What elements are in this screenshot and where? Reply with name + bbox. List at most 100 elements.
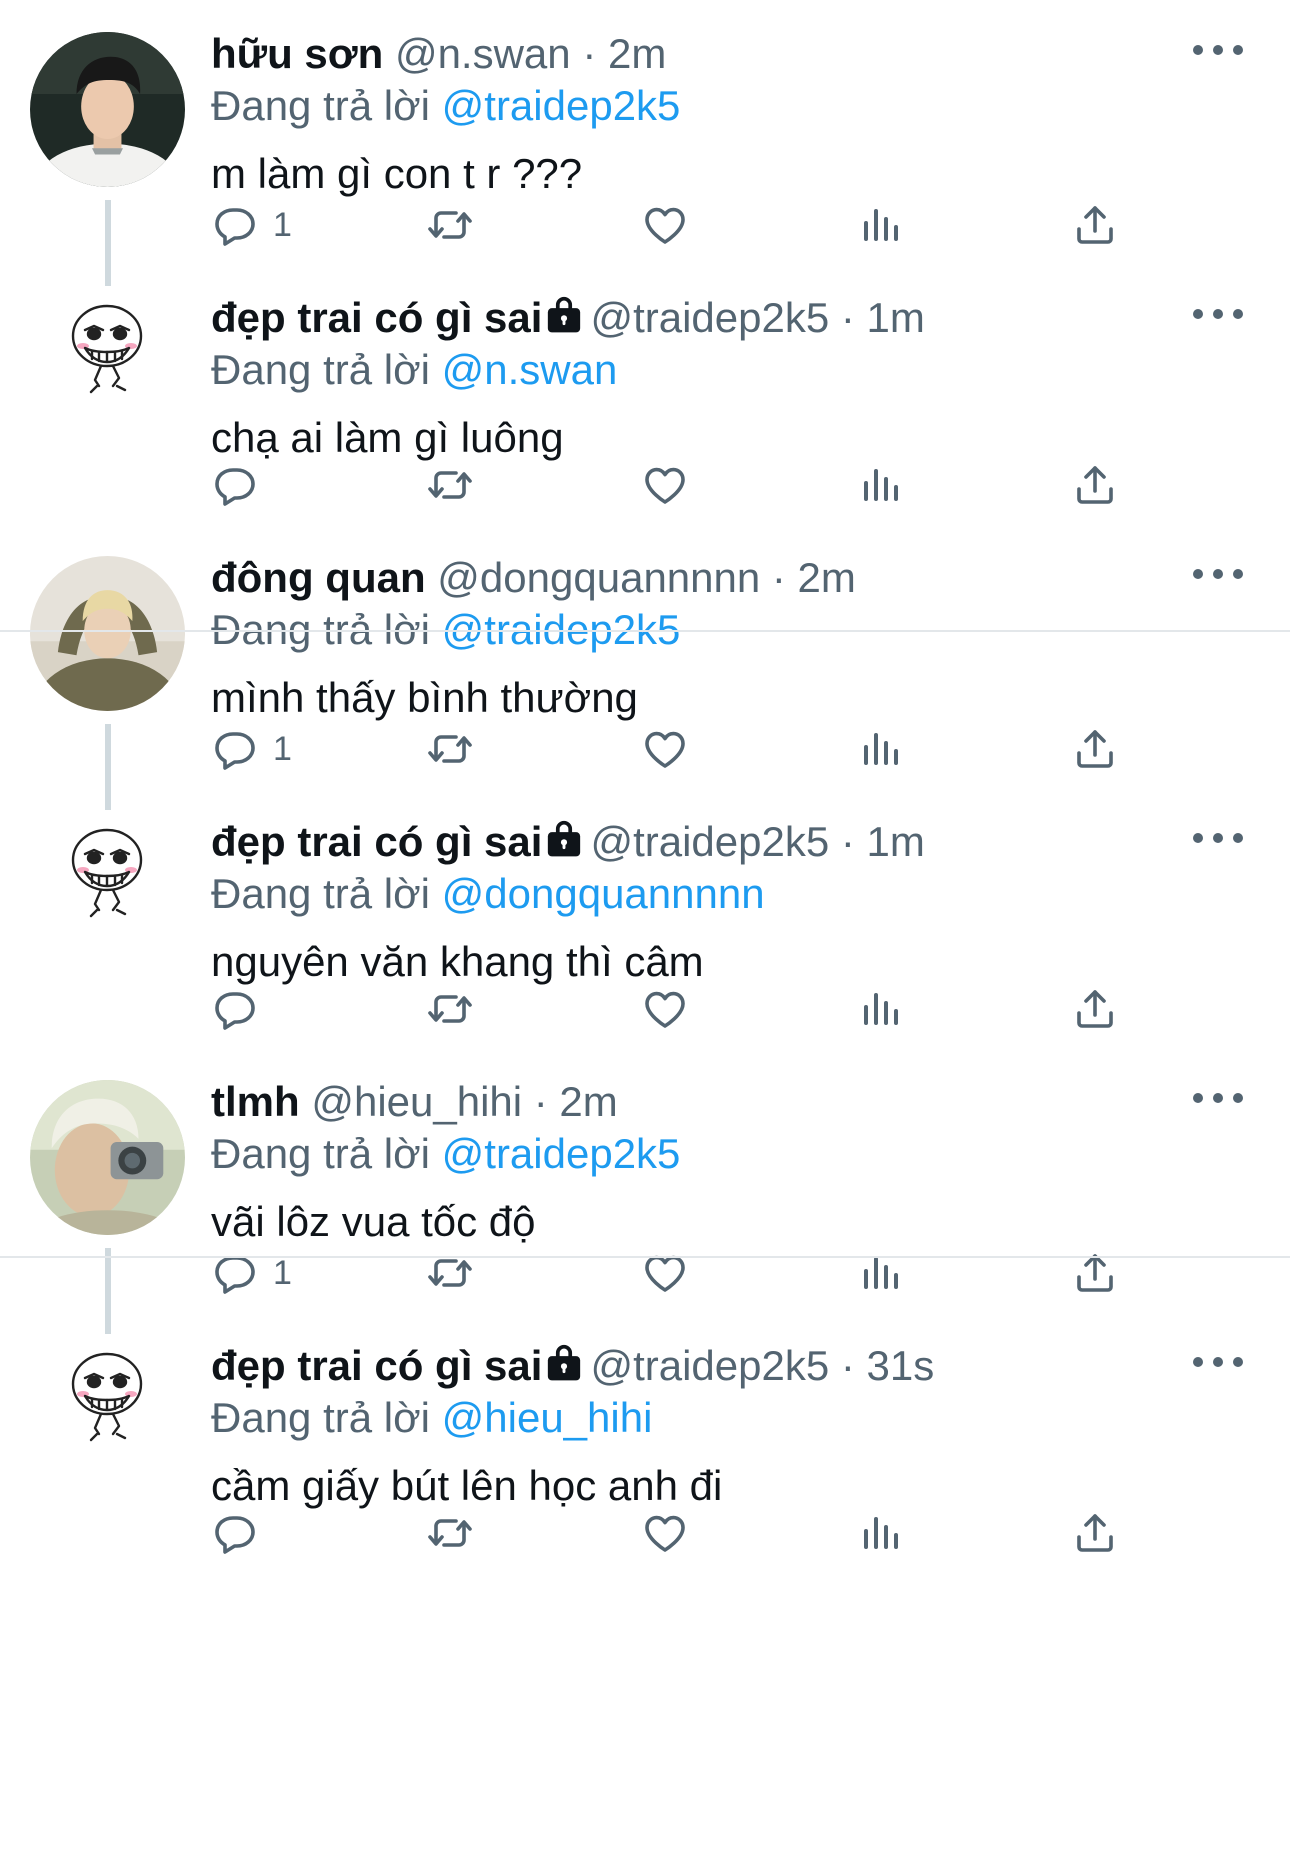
views-icon <box>856 461 904 509</box>
timestamp[interactable]: · 2m <box>582 30 666 77</box>
timestamp[interactable]: · 31s <box>841 1342 934 1389</box>
mention-link[interactable]: @hieu_hihi <box>442 1394 653 1441</box>
display-name[interactable]: tlmh <box>211 1078 300 1125</box>
timestamp[interactable]: · 2m <box>772 554 856 601</box>
retweet-icon <box>426 461 474 509</box>
share-button[interactable] <box>1071 719 1119 779</box>
views-button[interactable] <box>856 455 904 515</box>
retweet-button[interactable] <box>426 1503 474 1563</box>
retweet-button[interactable] <box>426 979 474 1039</box>
tweet-header: đẹp trai có gì sai @traidep2k5 · 1m <box>211 292 1290 344</box>
mention-link[interactable]: @dongquannnnn <box>442 870 765 917</box>
more-icon[interactable] <box>1190 1088 1246 1108</box>
avatar[interactable] <box>30 1080 185 1235</box>
like-button[interactable] <box>641 719 689 779</box>
retweet-button[interactable] <box>426 195 474 255</box>
reply-button[interactable] <box>211 455 259 515</box>
share-button[interactable] <box>1071 979 1119 1039</box>
display-name[interactable]: đẹp trai có gì sai <box>211 1342 542 1389</box>
tweet-content: đẹp trai có gì sai @traidep2k5 · 31s Đang … <box>211 1340 1290 1512</box>
timestamp[interactable]: · 1m <box>841 818 925 865</box>
mention-link[interactable]: @traidep2k5 <box>442 82 681 129</box>
tweet-content: tlmh @hieu_hihi · 2m Đang trả lời @traide… <box>211 1076 1290 1248</box>
avatar[interactable] <box>52 818 162 928</box>
heart-icon <box>641 1509 689 1557</box>
tweet-actions: 1 <box>211 1243 1131 1303</box>
conversation-divider <box>0 1256 1290 1258</box>
lock-icon <box>544 1340 584 1382</box>
display-name[interactable]: đẹp trai có gì sai <box>211 294 542 341</box>
like-button[interactable] <box>641 195 689 255</box>
avatar[interactable] <box>52 294 162 404</box>
user-handle[interactable]: @n.swan <box>395 30 571 77</box>
share-icon <box>1071 201 1119 249</box>
like-button[interactable] <box>641 979 689 1039</box>
replying-to: Đang trả lời @traidep2k5 <box>211 1128 1290 1180</box>
more-icon[interactable] <box>1190 1352 1246 1372</box>
timestamp[interactable]: · 2m <box>534 1078 618 1125</box>
user-handle[interactable]: @traidep2k5 <box>590 818 829 865</box>
tweet[interactable]: đẹp trai có gì sai @traidep2k5 · 1m Đang t… <box>0 262 1290 524</box>
reply-button[interactable]: 1 <box>211 719 292 779</box>
retweet-button[interactable] <box>426 1243 474 1303</box>
display-name[interactable]: đẹp trai có gì sai <box>211 818 542 865</box>
replying-to: Đang trả lời @traidep2k5 <box>211 80 1290 132</box>
display-name[interactable]: hữu sơn <box>211 30 383 77</box>
reply-button[interactable]: 1 <box>211 195 292 255</box>
display-name[interactable]: đông quan <box>211 554 426 601</box>
tweet[interactable]: đẹp trai có gì sai @traidep2k5 · 1m Đang t… <box>0 786 1290 1048</box>
reply-button[interactable] <box>211 1503 259 1563</box>
share-button[interactable] <box>1071 195 1119 255</box>
views-icon <box>856 201 904 249</box>
retweet-icon <box>426 985 474 1033</box>
more-icon[interactable] <box>1190 828 1246 848</box>
retweet-button[interactable] <box>426 455 474 515</box>
tweet[interactable]: hữu sơn @n.swan · 2m Đang trả lời @traide… <box>0 0 1290 286</box>
user-handle[interactable]: @dongquannnnn <box>437 554 760 601</box>
tweet[interactable]: tlmh @hieu_hihi · 2m Đang trả lời @traide… <box>0 1048 1290 1334</box>
reply-feed: hữu sơn @n.swan · 2m Đang trả lời @traide… <box>0 0 1290 1871</box>
like-button[interactable] <box>641 455 689 515</box>
share-button[interactable] <box>1071 1243 1119 1303</box>
like-button[interactable] <box>641 1503 689 1563</box>
reply-button[interactable] <box>211 979 259 1039</box>
tweet[interactable]: đẹp trai có gì sai @traidep2k5 · 31s Đang … <box>0 1310 1290 1572</box>
reply-button[interactable]: 1 <box>211 1243 292 1303</box>
more-icon[interactable] <box>1190 564 1246 584</box>
share-button[interactable] <box>1071 455 1119 515</box>
like-button[interactable] <box>641 1243 689 1303</box>
views-button[interactable] <box>856 1503 904 1563</box>
reply-icon <box>211 461 259 509</box>
tweet-actions <box>211 455 1131 515</box>
tweet-actions: 1 <box>211 195 1131 255</box>
share-button[interactable] <box>1071 1503 1119 1563</box>
tweet-header: hữu sơn @n.swan · 2m <box>211 28 1290 80</box>
user-handle[interactable]: @hieu_hihi <box>311 1078 522 1125</box>
timestamp[interactable]: · 1m <box>841 294 925 341</box>
views-button[interactable] <box>856 979 904 1039</box>
lock-icon <box>544 816 584 858</box>
replying-to-label: Đang trả lời <box>211 870 430 917</box>
mention-link[interactable]: @traidep2k5 <box>442 1130 681 1177</box>
tweet-header: đẹp trai có gì sai @traidep2k5 · 1m <box>211 816 1290 868</box>
views-button[interactable] <box>856 1243 904 1303</box>
avatar[interactable] <box>52 1342 162 1452</box>
views-button[interactable] <box>856 195 904 255</box>
heart-icon <box>641 461 689 509</box>
tweet[interactable]: đông quan @dongquannnnn · 2m Đang trả lời… <box>0 524 1290 810</box>
avatar[interactable] <box>30 556 185 711</box>
avatar[interactable] <box>30 32 185 187</box>
more-icon[interactable] <box>1190 304 1246 324</box>
lock-icon <box>544 292 584 334</box>
replying-to-label: Đang trả lời <box>211 82 430 129</box>
user-handle[interactable]: @traidep2k5 <box>590 1342 829 1389</box>
views-button[interactable] <box>856 719 904 779</box>
reply-count: 1 <box>273 205 292 244</box>
retweet-button[interactable] <box>426 719 474 779</box>
user-handle[interactable]: @traidep2k5 <box>590 294 829 341</box>
share-icon <box>1071 1509 1119 1557</box>
replying-to-label: Đang trả lời <box>211 346 430 393</box>
mention-link[interactable]: @n.swan <box>442 346 618 393</box>
more-icon[interactable] <box>1190 40 1246 60</box>
tweet-header: đẹp trai có gì sai @traidep2k5 · 31s <box>211 1340 1290 1392</box>
